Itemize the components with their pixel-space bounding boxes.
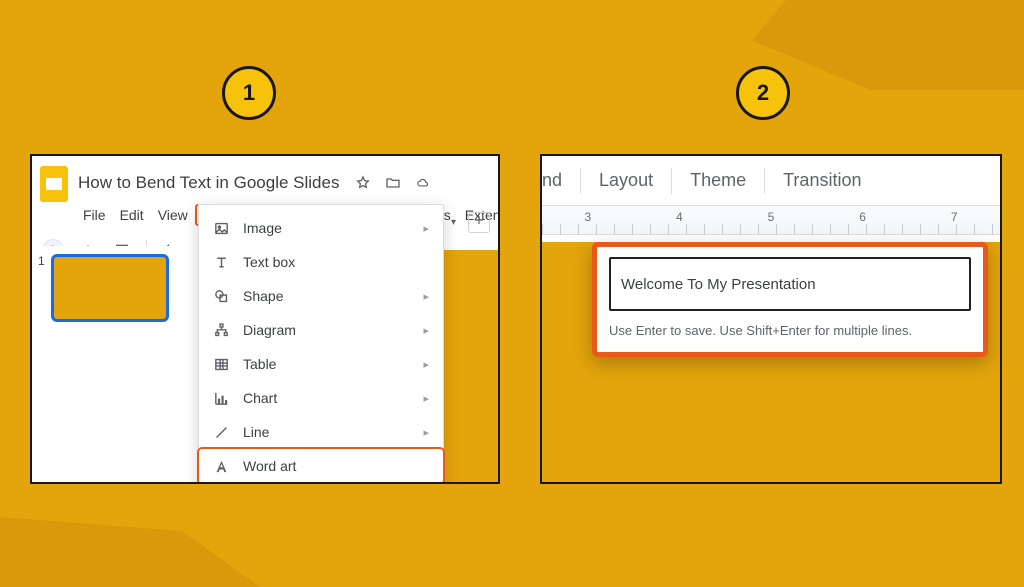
add-button[interactable] [468, 212, 490, 233]
wordart-hint-text: Use Enter to save. Use Shift+Enter for m… [609, 323, 971, 338]
menu-item-label: Word art [243, 458, 429, 474]
menu-item-table[interactable]: Table ▸ [199, 347, 443, 381]
menu-item-image[interactable]: Image ▸ [199, 211, 443, 245]
chevron-right-icon: ▸ [423, 358, 429, 371]
step-badge-2: 2 [736, 66, 790, 120]
menu-item-label: Diagram [243, 322, 411, 338]
transition-button[interactable]: Transition [765, 166, 879, 195]
slide-thumbnail-strip: 1 [32, 246, 198, 482]
screenshot-panel-2: nd Layout Theme Transition 3 4 5 6 7 Use… [540, 154, 1002, 484]
chevron-right-icon: ▸ [423, 392, 429, 405]
wordart-text-input[interactable] [609, 257, 971, 311]
document-title[interactable]: How to Bend Text in Google Slides [78, 173, 339, 193]
horizontal-ruler: 3 4 5 6 7 [542, 205, 1000, 235]
move-folder-icon[interactable] [385, 175, 401, 191]
ruler-tick-3: 3 [584, 210, 591, 224]
insert-menu-dropdown: Image ▸ Text box Shape ▸ Diagra [198, 204, 444, 484]
menu-view[interactable]: View [151, 204, 195, 226]
menu-item-label: Shape [243, 288, 411, 304]
layout-button[interactable]: Layout [581, 166, 671, 195]
chevron-down-icon[interactable]: ▾ [451, 217, 456, 228]
bg-shape-top-right [684, 0, 1024, 90]
title-row: How to Bend Text in Google Slides [32, 156, 498, 202]
cloud-status-icon[interactable] [415, 175, 431, 191]
menu-item-label: Chart [243, 390, 411, 406]
menu-item-label: Line [243, 424, 411, 440]
menu-file[interactable]: File [76, 204, 113, 226]
shape-icon [211, 286, 231, 306]
menu-item-line[interactable]: Line ▸ [199, 415, 443, 449]
table-icon [211, 354, 231, 374]
wordart-icon [211, 456, 231, 476]
wordart-dialog: Use Enter to save. Use Shift+Enter for m… [592, 242, 988, 357]
ruler-tick-5: 5 [768, 210, 775, 224]
menu-item-shape[interactable]: Shape ▸ [199, 279, 443, 313]
image-icon [211, 218, 231, 238]
menu-edit[interactable]: Edit [113, 204, 151, 226]
screenshot-panel-1: How to Bend Text in Google Slides File E… [30, 154, 500, 484]
star-icon[interactable] [355, 175, 371, 191]
menu-item-label: Table [243, 356, 411, 372]
menu-item-diagram[interactable]: Diagram ▸ [199, 313, 443, 347]
background-button-partial[interactable]: nd [542, 166, 580, 195]
chart-icon [211, 388, 231, 408]
menu-item-chart[interactable]: Chart ▸ [199, 381, 443, 415]
slide-toolbar: nd Layout Theme Transition [542, 156, 1000, 205]
line-icon [211, 422, 231, 442]
slide-number: 1 [38, 254, 45, 268]
menu-item-label: Image [243, 220, 411, 236]
google-slides-icon [40, 166, 68, 202]
menu-item-textbox[interactable]: Text box [199, 245, 443, 279]
theme-button[interactable]: Theme [672, 166, 764, 195]
slide-thumbnail-1[interactable] [51, 254, 169, 322]
step-badge-1: 1 [222, 66, 276, 120]
chevron-right-icon: ▸ [423, 222, 429, 235]
ruler-tick-7: 7 [951, 210, 958, 224]
chevron-right-icon: ▸ [423, 426, 429, 439]
chevron-right-icon: ▸ [423, 290, 429, 303]
ruler-tick-6: 6 [859, 210, 866, 224]
menu-item-wordart[interactable]: Word art [199, 449, 443, 483]
textbox-icon [211, 252, 231, 272]
menu-item-label: Text box [243, 254, 429, 270]
bg-shape-bottom-left [0, 517, 260, 587]
diagram-icon [211, 320, 231, 340]
ruler-tick-4: 4 [676, 210, 683, 224]
chevron-right-icon: ▸ [423, 324, 429, 337]
